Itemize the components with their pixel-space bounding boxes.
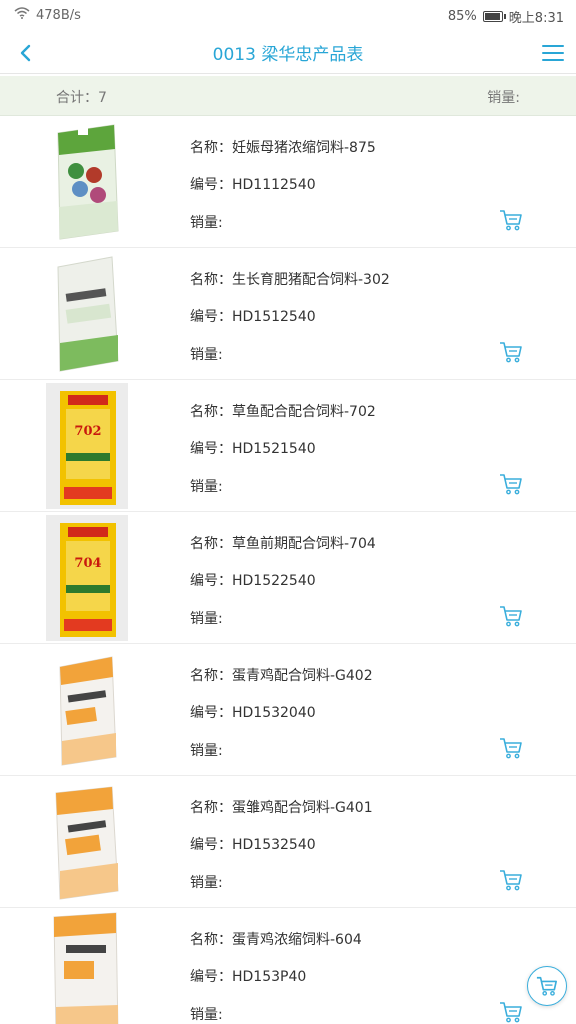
sales-label: 销量: — [190, 215, 223, 231]
menu-button[interactable] — [538, 38, 568, 68]
cart-icon[interactable] — [498, 868, 524, 892]
sales-label: 销量: — [190, 743, 223, 759]
product-image — [46, 779, 128, 905]
product-sales-field: 销量: — [190, 740, 223, 760]
product-code-field: 编号：HD1512540 — [190, 306, 316, 326]
product-code: HD1532040 — [232, 705, 316, 721]
network-speed: 478B/s — [36, 7, 81, 23]
product-image: 704 — [46, 515, 128, 641]
cart-icon[interactable] — [498, 208, 524, 232]
floating-cart-button[interactable] — [527, 966, 567, 1006]
product-image — [46, 647, 128, 773]
bag-number: 704 — [74, 556, 101, 571]
product-code: HD153P40 — [232, 969, 307, 985]
name-label: 名称： — [190, 140, 232, 156]
product-image — [46, 119, 128, 245]
wifi-icon — [14, 7, 30, 23]
product-name: 妊娠母猪浓缩饲料-875 — [232, 140, 376, 156]
code-label: 编号： — [190, 441, 232, 457]
product-sales-field: 销量: — [190, 212, 223, 232]
product-code: HD1532540 — [232, 837, 316, 853]
total-count: 合计：7 — [56, 90, 107, 106]
product-name-field: 名称：生长育肥猪配合饲料-302 — [190, 269, 390, 289]
product-name: 蛋青鸡配合饲料-G402 — [232, 668, 373, 684]
cart-icon — [536, 976, 557, 996]
product-row[interactable]: 702 名称：草鱼配合配合饲料-702 编号：HD1521540 销量: — [0, 380, 576, 512]
code-label: 编号： — [190, 705, 232, 721]
product-name: 蛋青鸡浓缩饲料-604 — [232, 932, 362, 948]
product-list: 名称：妊娠母猪浓缩饲料-875 编号：HD1112540 销量: 名称：生长育肥… — [0, 116, 576, 1024]
code-label: 编号： — [190, 969, 232, 985]
cart-icon[interactable] — [498, 604, 524, 628]
sales-label: 销量: — [190, 479, 223, 495]
product-code: HD1521540 — [232, 441, 316, 457]
product-sales-field: 销量: — [190, 476, 223, 496]
app-header: 0013 梁华忠产品表 — [0, 32, 576, 74]
summary-bar: 合计：7 销量: — [0, 76, 576, 116]
name-label: 名称： — [190, 404, 232, 420]
cart-icon[interactable] — [498, 340, 524, 364]
sales-label: 销量: — [190, 1007, 223, 1023]
product-name: 草鱼配合配合饲料-702 — [232, 404, 376, 420]
code-label: 编号： — [190, 573, 232, 589]
product-sales-field: 销量: — [190, 1004, 223, 1024]
product-image — [46, 251, 128, 377]
product-code: HD1522540 — [232, 573, 316, 589]
bag-number: 702 — [74, 424, 101, 439]
product-image — [46, 911, 128, 1024]
clock: 晚上8:31 — [508, 11, 564, 26]
product-sales-field: 销量: — [190, 608, 223, 628]
product-sales-field: 销量: — [190, 872, 223, 892]
name-label: 名称： — [190, 668, 232, 684]
product-name-field: 名称：草鱼前期配合饲料-704 — [190, 533, 376, 553]
code-label: 编号： — [190, 309, 232, 325]
product-code: HD1512540 — [232, 309, 316, 325]
status-bar: 478B/s 85% 晚上8:31 — [0, 0, 576, 32]
sales-label: 销量: — [190, 347, 223, 363]
product-sales-field: 销量: — [190, 344, 223, 364]
battery-icon — [482, 11, 506, 22]
sales-label: 销量: — [190, 611, 223, 627]
product-row[interactable]: 名称：蛋雏鸡配合饲料-G401 编号：HD1532540 销量: — [0, 776, 576, 908]
name-label: 名称： — [190, 800, 232, 816]
battery-percent: 85% — [447, 9, 477, 24]
product-name-field: 名称：蛋青鸡配合饲料-G402 — [190, 665, 373, 685]
product-name: 生长育肥猪配合饲料-302 — [232, 272, 390, 288]
page-title: 0013 梁华忠产品表 — [212, 45, 364, 65]
product-name-field: 名称：蛋青鸡浓缩饲料-604 — [190, 929, 362, 949]
product-code-field: 编号：HD1522540 — [190, 570, 316, 590]
product-name-field: 名称：草鱼配合配合饲料-702 — [190, 401, 376, 421]
name-label: 名称： — [190, 536, 232, 552]
product-code-field: 编号：HD1532040 — [190, 702, 316, 722]
sales-header: 销量: — [487, 90, 520, 106]
product-row[interactable]: 704 名称：草鱼前期配合饲料-704 编号：HD1522540 销量: — [0, 512, 576, 644]
product-image: 702 — [46, 383, 128, 509]
product-code-field: 编号：HD1521540 — [190, 438, 316, 458]
product-row[interactable]: 名称：生长育肥猪配合饲料-302 编号：HD1512540 销量: — [0, 248, 576, 380]
product-code-field: 编号：HD1112540 — [190, 174, 316, 194]
cart-icon[interactable] — [498, 736, 524, 760]
product-name-field: 名称：妊娠母猪浓缩饲料-875 — [190, 137, 376, 157]
product-code: HD1112540 — [232, 177, 316, 193]
code-label: 编号： — [190, 837, 232, 853]
cart-icon[interactable] — [498, 1000, 524, 1024]
product-name: 蛋雏鸡配合饲料-G401 — [232, 800, 373, 816]
product-row[interactable]: 名称：妊娠母猪浓缩饲料-875 编号：HD1112540 销量: — [0, 116, 576, 248]
product-row[interactable]: 名称：蛋青鸡配合饲料-G402 编号：HD1532040 销量: — [0, 644, 576, 776]
product-name: 草鱼前期配合饲料-704 — [232, 536, 376, 552]
cart-icon[interactable] — [498, 472, 524, 496]
name-label: 名称： — [190, 932, 232, 948]
product-name-field: 名称：蛋雏鸡配合饲料-G401 — [190, 797, 373, 817]
product-code-field: 编号：HD153P40 — [190, 966, 306, 986]
product-code-field: 编号：HD1532540 — [190, 834, 316, 854]
name-label: 名称： — [190, 272, 232, 288]
hamburger-menu-icon — [542, 45, 564, 61]
code-label: 编号： — [190, 177, 232, 193]
sales-label: 销量: — [190, 875, 223, 891]
product-row[interactable]: 名称：蛋青鸡浓缩饲料-604 编号：HD153P40 销量: — [0, 908, 576, 1024]
